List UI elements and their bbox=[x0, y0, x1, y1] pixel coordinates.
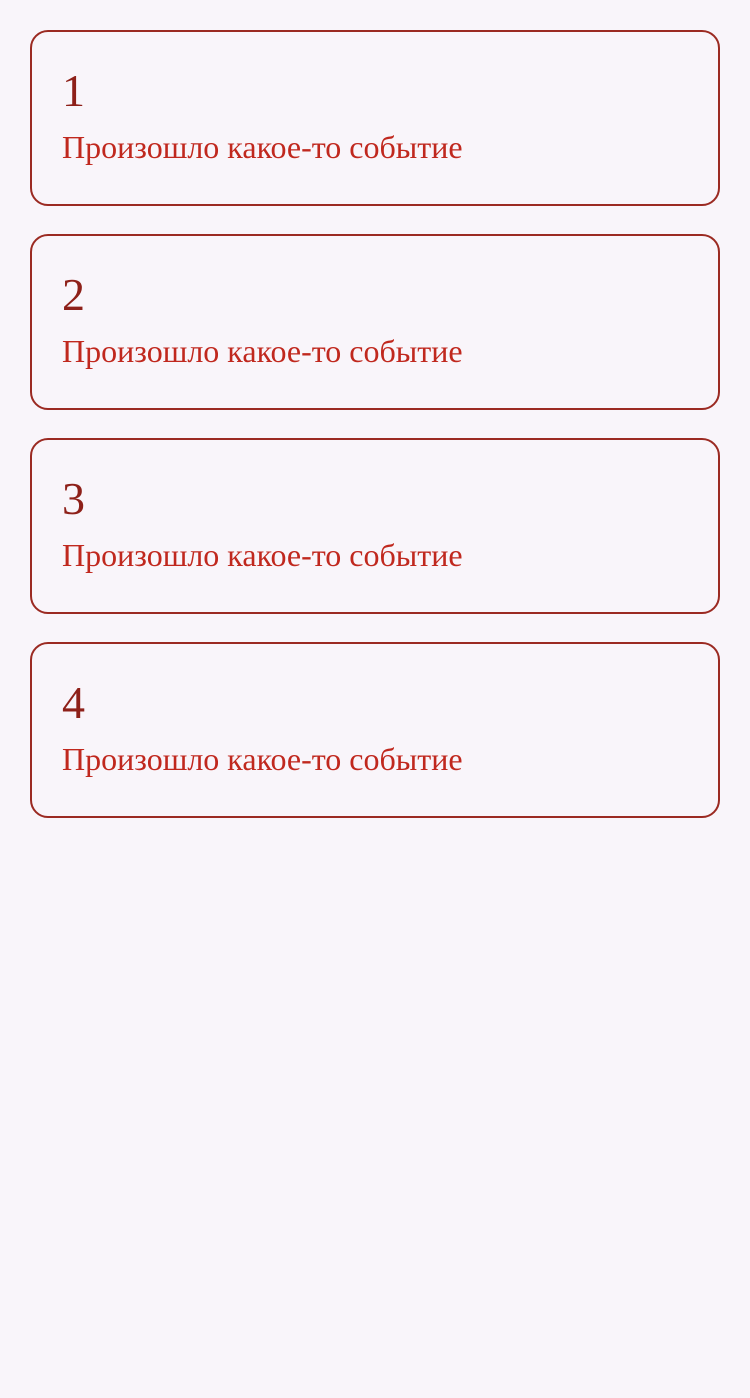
event-card[interactable]: 2 Произошло какое-то событие bbox=[30, 234, 720, 410]
event-text: Произошло какое-то событие bbox=[62, 333, 463, 369]
event-list: 1 Произошло какое-то событие 2 Произошло… bbox=[30, 30, 720, 846]
event-text: Произошло какое-то событие bbox=[62, 741, 463, 777]
event-number: 3 bbox=[62, 473, 85, 524]
event-card[interactable]: 1 Произошло какое-то событие bbox=[30, 30, 720, 206]
event-number: 4 bbox=[62, 677, 85, 728]
event-card[interactable]: 4 Произошло какое-то событие bbox=[30, 642, 720, 818]
event-text: Произошло какое-то событие bbox=[62, 129, 463, 165]
event-number: 2 bbox=[62, 269, 85, 320]
event-card[interactable]: 3 Произошло какое-то событие bbox=[30, 438, 720, 614]
event-text: Произошло какое-то событие bbox=[62, 537, 463, 573]
event-number: 1 bbox=[62, 65, 85, 116]
